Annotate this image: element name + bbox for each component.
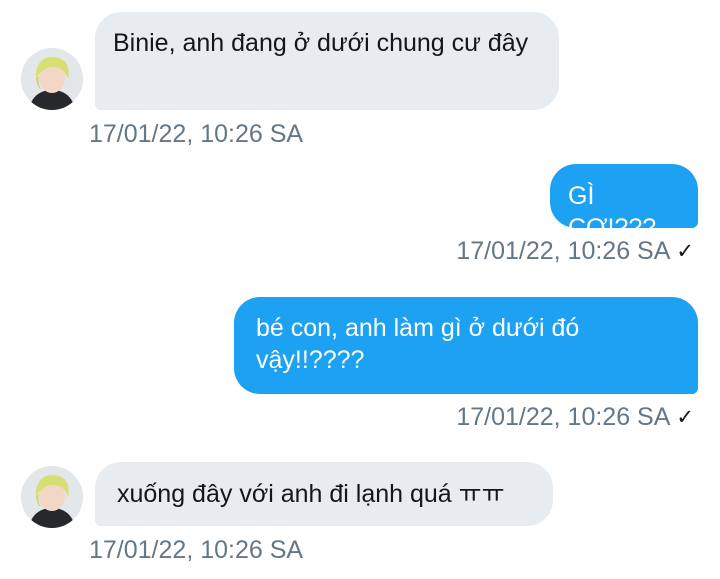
check-icon: ✓: [676, 240, 694, 263]
message-bubble-outgoing[interactable]: bé con, anh làm gì ở dưới đó vậy!!????: [234, 297, 698, 394]
message-bubble-outgoing[interactable]: GÌ CƠ!???: [550, 164, 698, 242]
message-text: Binie, anh đang ở dưới chung cư đây: [113, 29, 529, 57]
message-bubble-incoming[interactable]: xuống đây với anh đi lạnh quá ㅠㅠ: [95, 462, 553, 526]
avatar[interactable]: [21, 48, 83, 110]
message-timestamp: 17/01/22, 10:26 SA: [89, 120, 304, 148]
message-bubble-incoming[interactable]: Binie, anh đang ở dưới chung cư đây: [95, 12, 559, 110]
message-text: GÌ CƠ!???: [568, 182, 657, 242]
check-icon: ✓: [676, 406, 694, 429]
message-timestamp: 17/01/22, 10:26 SA ✓: [456, 403, 694, 431]
message-timestamp: 17/01/22, 10:26 SA: [89, 536, 304, 564]
avatar-photo: [21, 466, 83, 528]
message-timestamp: 17/01/22, 10:26 SA ✓: [456, 237, 694, 265]
avatar-photo: [21, 48, 83, 110]
message-text: xuống đây với anh đi lạnh quá ㅠㅠ: [117, 480, 505, 508]
avatar[interactable]: [21, 466, 83, 528]
message-text: bé con, anh làm gì ở dưới đó vậy!!????: [256, 314, 580, 374]
